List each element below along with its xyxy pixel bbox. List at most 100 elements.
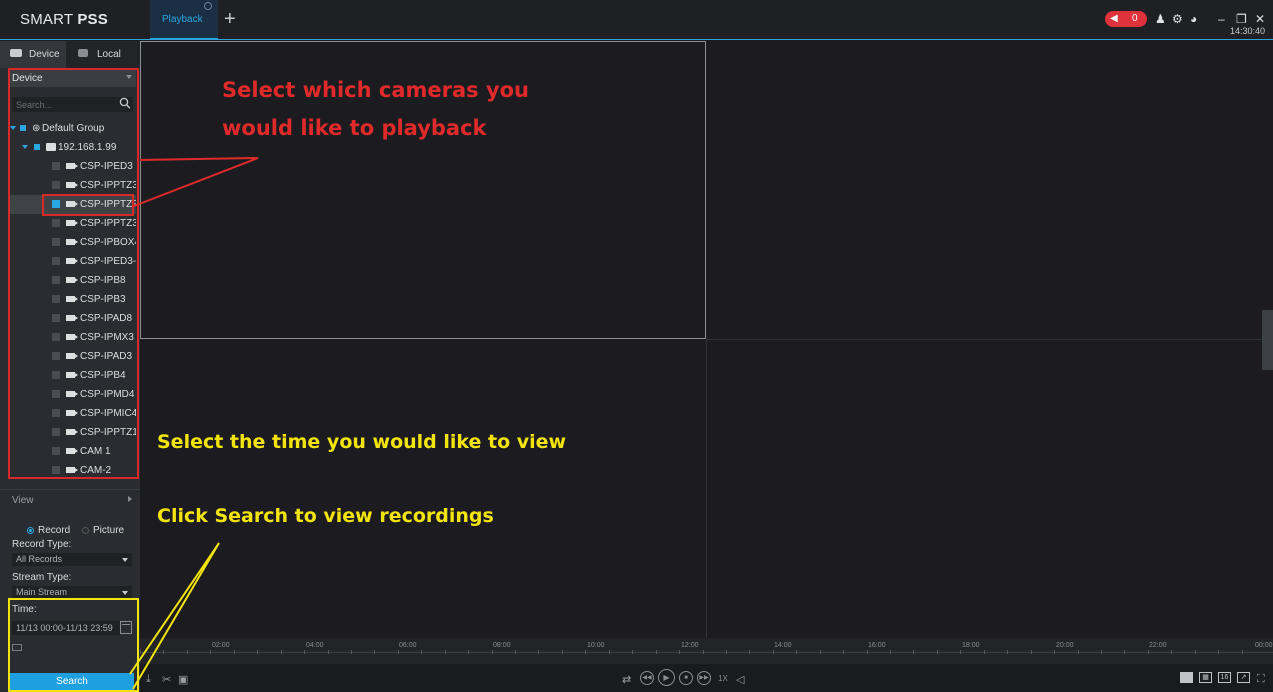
- timeline-tick: [984, 650, 985, 654]
- playback-control-bar: ⤓ ✂ ▣ ⇄ ◀◀ ▶ ■ ▶▶ 1X ◁ ▦ 16 ↗ ⛶: [140, 664, 1273, 692]
- timeline-tick: [1078, 650, 1079, 654]
- timeline-tick: [820, 650, 821, 654]
- timeline-tick-label: 00:00: [1255, 642, 1273, 649]
- fast-forward-icon[interactable]: ▶▶: [697, 671, 711, 685]
- download-icon[interactable]: ⤓: [146, 673, 151, 686]
- stream-type-label: Stream Type:: [12, 572, 72, 583]
- clock: 14:30:40: [1230, 26, 1266, 36]
- timeline-tick-label: 10:00: [587, 642, 605, 649]
- timeline-tick-label: 04:00: [306, 642, 324, 649]
- timeline-tick: [1101, 650, 1102, 654]
- radio-unselected-icon: [82, 527, 89, 534]
- timeline-tick: [445, 650, 446, 654]
- timeline-tick: [726, 650, 727, 654]
- timeline-tick: [468, 650, 469, 654]
- layout-16-button[interactable]: 16: [1218, 672, 1231, 683]
- timeline-tick: [562, 650, 563, 654]
- timeline-tick: [1054, 650, 1055, 654]
- chevron-down-icon: [122, 558, 128, 562]
- timeline-tick: [187, 650, 188, 654]
- timeline-tick: [1148, 650, 1149, 654]
- timeline-tick: [609, 650, 610, 654]
- local-icon: [78, 49, 88, 57]
- alarm-badge[interactable]: ◀ 0: [1105, 11, 1147, 27]
- tab-playback[interactable]: Playback: [150, 0, 218, 40]
- timeline-tick: [867, 650, 868, 654]
- record-type-select[interactable]: All Records: [12, 553, 132, 566]
- timeline-tick: [257, 650, 258, 654]
- tab-close-icon[interactable]: [204, 2, 212, 10]
- timeline-tick: [796, 650, 797, 654]
- timeline-tick-label: 18:00: [962, 642, 980, 649]
- sidebar-tabs: Device Local: [0, 41, 140, 68]
- timeline-tick-label: 16:00: [868, 642, 886, 649]
- restore-icon[interactable]: ❐: [1236, 12, 1247, 26]
- user-icon[interactable]: ♟: [1155, 12, 1166, 26]
- side-panel-handle[interactable]: [1262, 310, 1273, 370]
- alarm-icon: ◀: [1110, 13, 1118, 24]
- timeline-track: [140, 652, 1273, 653]
- timeline-tick: [1031, 650, 1032, 654]
- timeline-tick: [703, 650, 704, 654]
- timeline-tick: [304, 650, 305, 654]
- timeline-tick: [1007, 650, 1008, 654]
- annotation-camera-box: [8, 68, 139, 479]
- custom-layout-icon[interactable]: ↗: [1237, 672, 1250, 683]
- timeline-tick: [163, 650, 164, 654]
- timeline-tick: [913, 650, 914, 654]
- speed-label[interactable]: 1X: [718, 674, 728, 683]
- pane-divider: [706, 339, 707, 638]
- stop-icon[interactable]: ■: [679, 671, 693, 685]
- timeline-tick-label: 06:00: [399, 642, 417, 649]
- performance-icon[interactable]: ◕: [1190, 12, 1197, 26]
- annotation-cameras-line2: would like to playback: [222, 116, 487, 140]
- timeline-tick: [328, 650, 329, 654]
- timeline-tick: [351, 650, 352, 654]
- tab-local[interactable]: Local: [68, 41, 134, 68]
- tab-device[interactable]: Device: [0, 41, 66, 68]
- timeline-tick: [281, 650, 282, 654]
- timeline[interactable]: 02:00 04:00 06:00 08:00 10:00 12:00 14:00 16:00…: [140, 638, 1273, 664]
- timeline-tick-label: 20:00: [1056, 642, 1074, 649]
- close-icon[interactable]: ✕: [1255, 12, 1265, 26]
- clip-icon[interactable]: ✂: [162, 673, 171, 686]
- view-section[interactable]: View: [0, 489, 140, 509]
- minimize-icon[interactable]: –: [1218, 12, 1225, 26]
- layout-4-icon[interactable]: [1180, 672, 1193, 683]
- timeline-tick: [890, 650, 891, 654]
- layout-9-icon[interactable]: ▦: [1199, 672, 1212, 683]
- timeline-tick: [960, 650, 961, 654]
- timeline-tick: [1195, 650, 1196, 654]
- timeline-tick: [749, 650, 750, 654]
- timeline-tick: [656, 650, 657, 654]
- alarm-count: 0: [1132, 13, 1138, 24]
- sync-icon[interactable]: ⇄: [622, 673, 631, 686]
- gear-icon[interactable]: ⚙: [1172, 12, 1183, 26]
- record-type-label: Record Type:: [12, 539, 72, 550]
- timeline-tick: [1218, 650, 1219, 654]
- timeline-tick: [585, 650, 586, 654]
- timeline-tick: [1124, 650, 1125, 654]
- timeline-tick: [1171, 650, 1172, 654]
- snapshot-icon[interactable]: ▣: [178, 673, 188, 686]
- annotation-time-box: [8, 598, 139, 692]
- timeline-tick: [210, 650, 211, 654]
- chevron-down-icon: [122, 591, 128, 595]
- device-icon: [10, 49, 22, 57]
- annotation-cameras-line1: Select which cameras you: [222, 78, 530, 102]
- fullscreen-icon[interactable]: ⛶: [1257, 673, 1265, 686]
- tab-playback-label: Playback: [162, 14, 203, 25]
- timeline-tick: [632, 650, 633, 654]
- timeline-tick-label: 12:00: [681, 642, 699, 649]
- chevron-right-icon: [128, 496, 132, 502]
- timeline-tick-label: 22:00: [1149, 642, 1167, 649]
- timeline-tick: [140, 650, 141, 654]
- rewind-icon[interactable]: ◀◀: [640, 671, 654, 685]
- annotation-time: Select the time you would like to view: [157, 431, 567, 453]
- add-tab-button[interactable]: +: [224, 8, 236, 31]
- timeline-tick: [398, 650, 399, 654]
- timeline-tick: [773, 650, 774, 654]
- volume-icon[interactable]: ◁: [736, 673, 744, 686]
- radio-selected-icon: [27, 527, 34, 534]
- play-icon[interactable]: ▶: [658, 669, 675, 686]
